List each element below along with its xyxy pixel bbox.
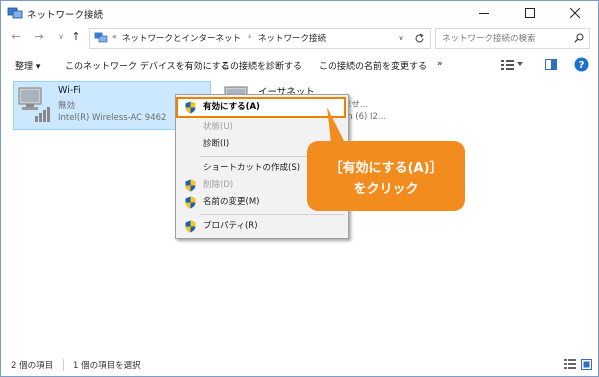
uac-shield-icon [185, 220, 196, 233]
refresh-button[interactable] [409, 28, 431, 49]
view-dropdown-icon[interactable] [517, 62, 523, 66]
menu-item-enable-label: 有効にする(A) [203, 102, 260, 112]
item-count: 2 個の項目 [11, 361, 54, 371]
title-bar: ネットワーク接続 [1, 1, 598, 25]
close-button[interactable] [552, 1, 598, 25]
wifi-name: Wi-Fi [58, 85, 81, 96]
back-button[interactable]: ← [9, 29, 23, 45]
menu-item-properties[interactable]: プロパティ(R) [178, 218, 344, 235]
menu-item-create-shortcut-label: ショートカットの作成(S) [203, 163, 301, 173]
organize-menu[interactable]: 整理 ▾ [15, 59, 40, 72]
menu-item-properties-label: プロパティ(R) [203, 221, 258, 231]
svg-text:?: ? [579, 60, 585, 71]
menu-item-enable[interactable]: 有効にする(A) [176, 97, 346, 118]
status-divider [63, 359, 64, 371]
address-row: ← → ∨ ↑ « ネットワークとインターネット › ネットワーク接続 ∨ ネッ… [1, 25, 598, 51]
callout-pointer [327, 107, 345, 143]
recent-locations-button[interactable]: ∨ [54, 29, 68, 45]
wifi-adapter: Intel(R) Wireless-AC 9462 [58, 113, 167, 123]
details-view-icon[interactable] [564, 359, 576, 370]
refresh-icon [415, 33, 424, 43]
callout-line-2: をクリック [353, 182, 419, 197]
help-icon[interactable]: ? [574, 57, 589, 72]
preview-pane-icon[interactable] [545, 59, 557, 70]
change-view-icon[interactable] [501, 59, 515, 71]
rename-command[interactable]: この接続の名前を変更する [319, 59, 427, 72]
close-icon [570, 8, 580, 18]
large-icons-view-icon[interactable] [581, 359, 592, 370]
menu-item-rename-label: 名前の変更(M) [203, 197, 260, 207]
address-overflow[interactable]: « [112, 32, 117, 41]
breadcrumb-network-internet[interactable]: ネットワークとインターネット [122, 32, 241, 44]
uac-shield-icon [185, 179, 196, 192]
callout-annotation: ［有効にする(A)］ をクリック [307, 141, 465, 211]
menu-item-status: 状態(U) [178, 119, 344, 136]
maximize-icon [525, 8, 535, 18]
uac-shield-icon [185, 101, 196, 114]
search-icon [574, 33, 584, 43]
network-folder-icon [94, 32, 108, 43]
more-commands[interactable]: » [437, 59, 443, 69]
enable-device-command[interactable]: このネットワーク デバイスを有効にする [65, 59, 230, 72]
callout-line-1: ［有効にする(A)］ [329, 161, 443, 176]
menu-item-diagnose-label: 診断(I) [203, 139, 230, 149]
minimize-button[interactable] [461, 1, 507, 25]
forward-button[interactable]: → [32, 29, 46, 45]
wifi-adapter-icon [18, 87, 50, 122]
maximize-button[interactable] [507, 1, 553, 25]
selected-count: 1 個の項目を選択 [73, 361, 141, 371]
explorer-window: ネットワーク接続 ← → ∨ ↑ « ネットワークとインターネット › ネットワ… [0, 0, 599, 377]
minimize-icon [479, 13, 489, 14]
uac-shield-icon [185, 196, 196, 209]
status-bar: 2 個の項目 1 個の項目を選択 [1, 353, 598, 376]
network-connections-app-icon [7, 7, 23, 19]
address-dropdown[interactable]: ∨ [394, 29, 408, 48]
breadcrumb-network-connections[interactable]: ネットワーク接続 [258, 32, 326, 44]
diagnose-command[interactable]: この接続を診断する [221, 59, 302, 72]
search-box[interactable]: ネットワーク接続の検索 [435, 28, 590, 49]
window-title: ネットワーク接続 [27, 10, 104, 21]
up-button[interactable]: ↑ [69, 29, 83, 45]
search-input[interactable]: ネットワーク接続の検索 [442, 32, 536, 44]
breadcrumb-separator[interactable]: › [248, 32, 251, 41]
menu-separator [200, 214, 345, 215]
menu-item-delete-label: 削除(D) [203, 180, 234, 190]
command-bar: 整理 ▾ このネットワーク デバイスを有効にする この接続を診断する この接続の… [1, 53, 598, 77]
address-bar[interactable]: « ネットワークとインターネット › ネットワーク接続 ∨ [89, 28, 411, 49]
wifi-status: 無効 [58, 101, 76, 111]
menu-item-status-label: 状態(U) [203, 122, 233, 132]
